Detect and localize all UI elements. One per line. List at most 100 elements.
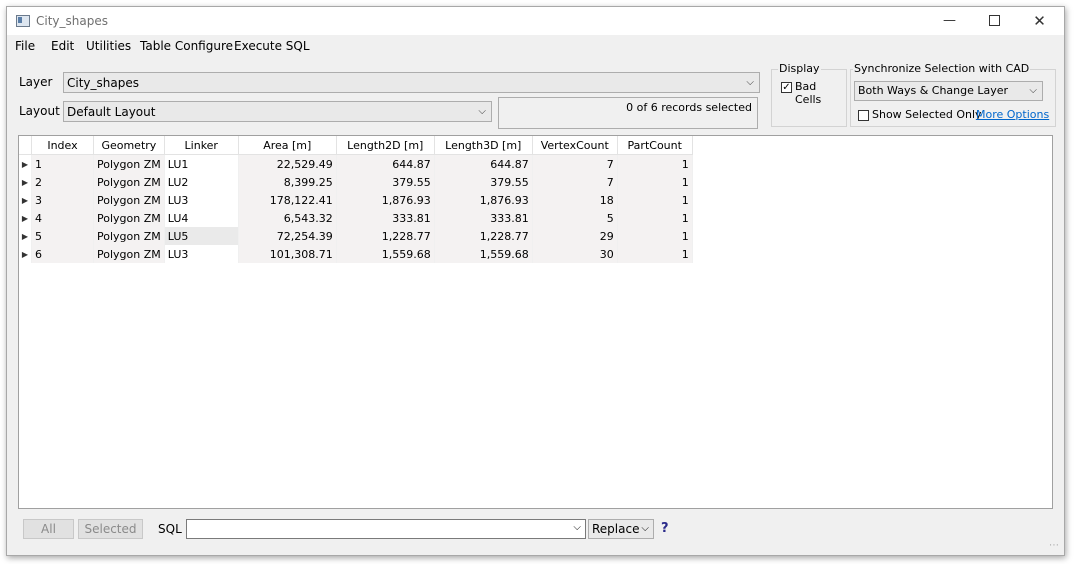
row-expand-icon[interactable]: ▶ [19, 227, 32, 245]
table-row[interactable]: ▶ 2 Polygon ZM LU2 8,399.25 379.55 379.5… [19, 173, 693, 191]
column-header-length3d[interactable]: Length3D [m] [434, 136, 533, 155]
header-row: Index Geometry Linker Area [m] Length2D … [19, 136, 693, 155]
cell-partcount: 1 [617, 245, 693, 263]
cell-vertexcount: 7 [532, 173, 618, 191]
row-header-corner [19, 136, 32, 155]
cell-geometry: Polygon ZM [93, 245, 165, 263]
sync-mode-select[interactable]: Both Ways & Change Layer ⌵ [854, 81, 1043, 101]
column-header-geometry[interactable]: Geometry [93, 136, 165, 155]
cell-length3d: 379.55 [434, 173, 533, 191]
cell-linker: LU1 [164, 154, 239, 173]
display-group-title: Display [778, 62, 821, 75]
cell-length3d: 1,876.93 [434, 191, 533, 209]
cell-geometry: Polygon ZM [93, 209, 165, 227]
maximize-button[interactable] [972, 7, 1017, 35]
cell-vertexcount: 5 [532, 209, 618, 227]
display-group: Display ✓ Bad Cells [771, 62, 847, 127]
cell-area: 8,399.25 [238, 173, 337, 191]
layout-select[interactable]: Default Layout ⌵ [63, 101, 492, 122]
column-header-vertexcount[interactable]: VertexCount [532, 136, 618, 155]
minimize-button[interactable]: — [927, 7, 972, 35]
column-header-length2d[interactable]: Length2D [m] [336, 136, 435, 155]
cell-index: 1 [31, 154, 94, 173]
menu-file[interactable]: File [15, 39, 35, 53]
help-icon[interactable]: ? [661, 521, 669, 536]
selection-status: 0 of 6 records selected [498, 97, 758, 129]
window-title: City_shapes [36, 14, 108, 28]
cell-partcount: 1 [617, 173, 693, 191]
table-row[interactable]: ▶ 5 Polygon ZM LU5 72,254.39 1,228.77 1,… [19, 227, 693, 245]
cell-length2d: 1,228.77 [336, 227, 435, 245]
chevron-down-icon: ⌵ [1029, 85, 1037, 96]
cell-length3d: 1,228.77 [434, 227, 533, 245]
cell-length2d: 379.55 [336, 173, 435, 191]
cell-geometry: Polygon ZM [93, 191, 165, 209]
chevron-down-icon: ⌵ [641, 523, 649, 534]
sync-group-title: Synchronize Selection with CAD [853, 62, 1031, 75]
app-icon [16, 15, 30, 27]
row-expand-icon[interactable]: ▶ [19, 191, 32, 209]
cell-index: 3 [31, 191, 94, 209]
cell-geometry: Polygon ZM [93, 227, 165, 245]
attribute-table: Index Geometry Linker Area [m] Length2D … [19, 136, 693, 263]
cell-geometry: Polygon ZM [93, 154, 165, 173]
cell-geometry: Polygon ZM [93, 173, 165, 191]
maximize-icon [989, 15, 1000, 26]
column-header-area[interactable]: Area [m] [238, 136, 337, 155]
cell-length3d: 1,559.68 [434, 245, 533, 263]
bad-cells-checkbox[interactable]: ✓ [781, 82, 792, 93]
cell-linker: LU2 [164, 173, 239, 191]
cell-index: 6 [31, 245, 94, 263]
cell-area: 101,308.71 [238, 245, 337, 263]
column-header-linker[interactable]: Linker [164, 136, 239, 155]
all-button[interactable]: All [23, 519, 74, 539]
column-header-partcount[interactable]: PartCount [617, 136, 693, 155]
menu-execute-sql[interactable]: Execute SQL [234, 39, 310, 53]
table-row[interactable]: ▶ 6 Polygon ZM LU3 101,308.71 1,559.68 1… [19, 245, 693, 263]
title-bar: City_shapes — ✕ [7, 7, 1064, 35]
cell-partcount: 1 [617, 154, 693, 173]
cell-linker: LU3 [164, 191, 239, 209]
data-grid[interactable]: Index Geometry Linker Area [m] Length2D … [18, 135, 1053, 509]
sql-input[interactable]: ⌵ [186, 519, 586, 539]
sync-mode-value: Both Ways & Change Layer [858, 84, 1009, 97]
chevron-down-icon: ⌵ [478, 106, 486, 117]
cell-area: 178,122.41 [238, 191, 337, 209]
selected-button[interactable]: Selected [78, 519, 143, 539]
row-expand-icon[interactable]: ▶ [19, 245, 32, 263]
cell-linker: LU4 [164, 209, 239, 227]
column-header-index[interactable]: Index [31, 136, 94, 155]
show-selected-checkbox[interactable] [858, 110, 869, 121]
cell-index: 5 [31, 227, 94, 245]
cell-area: 72,254.39 [238, 227, 337, 245]
cell-length3d: 644.87 [434, 154, 533, 173]
layer-select[interactable]: City_shapes ⌵ [63, 72, 760, 93]
table-row[interactable]: ▶ 3 Polygon ZM LU3 178,122.41 1,876.93 1… [19, 191, 693, 209]
row-expand-icon[interactable]: ▶ [19, 154, 32, 173]
sync-group: Synchronize Selection with CAD Both Ways… [850, 62, 1056, 127]
menu-table-configure[interactable]: Table Configure [140, 39, 233, 53]
close-button[interactable]: ✕ [1017, 7, 1062, 35]
layout-label: Layout [19, 104, 60, 118]
cell-vertexcount: 7 [532, 154, 618, 173]
resize-grip-icon[interactable]: ⋯ [1049, 540, 1059, 551]
cell-vertexcount: 30 [532, 245, 618, 263]
menu-utilities[interactable]: Utilities [86, 39, 131, 53]
bad-cells-label: Bad Cells [795, 80, 822, 106]
layer-value: City_shapes [67, 76, 139, 90]
cell-length2d: 333.81 [336, 209, 435, 227]
table-row[interactable]: ▶ 1 Polygon ZM LU1 22,529.49 644.87 644.… [19, 154, 693, 173]
more-options-link[interactable]: More Options [976, 108, 1049, 121]
cell-vertexcount: 29 [532, 227, 618, 245]
row-expand-icon[interactable]: ▶ [19, 209, 32, 227]
row-expand-icon[interactable]: ▶ [19, 173, 32, 191]
chevron-down-icon: ⌵ [746, 77, 754, 88]
layer-label: Layer [19, 75, 53, 89]
replace-select[interactable]: Replace ⌵ [588, 519, 654, 539]
cell-area: 6,543.32 [238, 209, 337, 227]
replace-value: Replace [592, 522, 640, 536]
table-row[interactable]: ▶ 4 Polygon ZM LU4 6,543.32 333.81 333.8… [19, 209, 693, 227]
cell-vertexcount: 18 [532, 191, 618, 209]
menu-edit[interactable]: Edit [51, 39, 74, 53]
layout-value: Default Layout [67, 105, 156, 119]
